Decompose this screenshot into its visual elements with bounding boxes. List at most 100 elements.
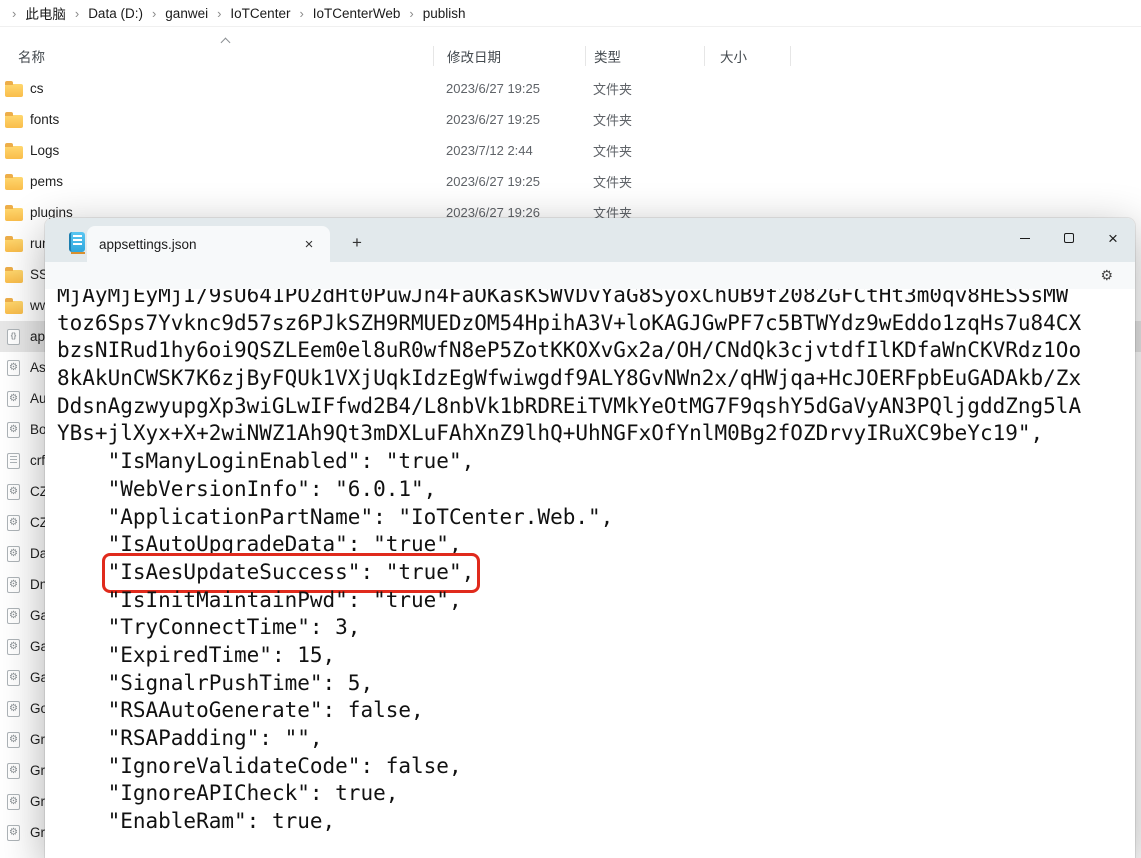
minimize-icon [1020, 238, 1030, 239]
column-header-date-modified[interactable]: 修改日期 [434, 44, 585, 68]
file-icon [7, 670, 20, 686]
file-row[interactable]: Logs 2023/7/12 2:44 文件夹 [0, 135, 1141, 166]
code-line: "ApplicationPartName": "IoTCenter.Web.", [57, 504, 1135, 532]
settings-gear-icon[interactable]: ⚙ [1100, 262, 1113, 289]
column-header-name[interactable]: 名称 [0, 44, 433, 68]
file-icon [7, 515, 20, 531]
file-icon [7, 732, 20, 748]
file-icon [7, 422, 20, 438]
notepad-app-icon [69, 232, 85, 252]
code-line: "IgnoreValidateCode": false, [57, 753, 1135, 781]
code-line-text: "RSAAutoGenerate": false, [108, 697, 424, 725]
file-icon [7, 546, 20, 562]
code-line-text: DdsnAgzwyupgXp3wiGLwIFfwd2B4/L8nbVk1bRDR… [57, 393, 1081, 421]
file-icon [5, 270, 23, 283]
code-line-text: "TryConnectTime": 3, [108, 614, 361, 642]
code-line-text: "IsManyLoginEnabled": "true", [108, 448, 475, 476]
maximize-button[interactable] [1047, 218, 1091, 258]
file-icon [5, 177, 23, 190]
file-type: 文件夹 [585, 141, 703, 160]
code-line: DdsnAgzwyupgXp3wiGLwIFfwd2B4/L8nbVk1bRDR… [57, 393, 1135, 421]
file-row[interactable]: fonts 2023/6/27 19:25 文件夹 [0, 104, 1141, 135]
file-icon [7, 763, 20, 779]
code-line: "SignalrPushTime": 5, [57, 670, 1135, 698]
code-line-text: "IgnoreValidateCode": false, [108, 753, 462, 781]
file-date-modified: 2023/6/27 19:25 [433, 112, 585, 127]
file-icon [5, 239, 23, 252]
minimize-button[interactable] [1003, 218, 1047, 258]
breadcrumb: › 此电脑 › Data (D:) › ganwei › IoTCenter ›… [0, 0, 1141, 27]
code-line: "WebVersionInfo": "6.0.1", [57, 476, 1135, 504]
file-icon [7, 825, 20, 841]
code-line-text: bzsNIRud1hy6oi9QSZLEem0el8uR0wfN8eP5ZotK… [57, 337, 1081, 365]
menu-item[interactable] [110, 262, 138, 289]
file-date-modified: 2023/7/12 2:44 [433, 143, 585, 158]
code-line-text: "IgnoreAPICheck": true, [108, 780, 399, 808]
chevron-right-icon: › [409, 7, 413, 20]
tab-close-icon[interactable]: × [298, 233, 320, 255]
file-type: 文件夹 [585, 79, 703, 98]
tab-appsettings-json[interactable]: appsettings.json × [87, 226, 330, 262]
sort-ascending-icon [222, 37, 230, 45]
code-line-text: "IsAesUpdateSuccess": "true", [108, 559, 475, 587]
close-button[interactable]: × [1091, 218, 1135, 258]
code-line: bzsNIRud1hy6oi9QSZLEem0el8uR0wfN8eP5ZotK… [57, 337, 1135, 365]
file-name: Logs [30, 143, 433, 158]
close-icon: × [1108, 230, 1118, 247]
chevron-right-icon: › [75, 7, 79, 20]
code-line-text: "RSAPadding": "", [108, 725, 323, 753]
file-icon [7, 701, 20, 717]
column-divider[interactable] [790, 46, 791, 66]
file-icon [7, 639, 20, 655]
code-line: "EnableRam": true, [57, 808, 1135, 836]
code-line: "ExpiredTime": 15, [57, 642, 1135, 670]
chevron-right-icon: › [299, 7, 303, 20]
code-line-text: 8kAkUnCWSK7K6zjByFQUk1VXjUqkIdzEgWfwiwgd… [57, 365, 1081, 393]
file-row[interactable]: pems 2023/6/27 19:25 文件夹 [0, 166, 1141, 197]
notepad-menubar: ⚙ [45, 262, 1135, 289]
code-line-text: YBs+jlXyx+X+2wiNWZ1Ah9Qt3mDXLuFAhXnZ9lhQ… [57, 420, 1043, 448]
menu-item[interactable] [79, 262, 107, 289]
chevron-right-icon: › [12, 7, 16, 20]
breadcrumb-item[interactable]: 此电脑 [25, 3, 66, 23]
file-date-modified: 2023/6/27 19:25 [433, 81, 585, 96]
code-line-text: "SignalrPushTime": 5, [108, 670, 374, 698]
file-icon [5, 301, 23, 314]
code-line-text: "IsAutoUpgradeData": "true", [108, 531, 462, 559]
code-line: "IsInitMaintainPwd": "true", [57, 587, 1135, 615]
breadcrumb-item[interactable]: IoTCenter [230, 6, 290, 21]
notepad-text-area[interactable]: MjAyMjEyMjI/9sU641PO2dHt0PuwJn4FaOKasKSW… [45, 289, 1135, 858]
breadcrumb-item[interactable]: ganwei [165, 6, 208, 21]
file-date-modified: 2023/6/27 19:25 [433, 174, 585, 189]
breadcrumb-item[interactable]: publish [423, 6, 466, 21]
maximize-icon [1064, 233, 1074, 243]
file-name: pems [30, 174, 433, 189]
code-line-text: "WebVersionInfo": "6.0.1", [108, 476, 437, 504]
breadcrumb-item[interactable]: IoTCenterWeb [313, 6, 401, 21]
file-row[interactable]: cs 2023/6/27 19:25 文件夹 [0, 73, 1141, 104]
file-icon [5, 208, 23, 221]
notepad-titlebar[interactable]: appsettings.json × + × [45, 218, 1135, 262]
file-icon [7, 360, 20, 376]
file-icon [5, 146, 23, 159]
file-name: cs [30, 81, 433, 96]
file-icon [7, 329, 20, 345]
column-header-size[interactable]: 大小 [705, 44, 790, 68]
new-tab-button[interactable]: + [342, 228, 372, 258]
file-name: fonts [30, 112, 433, 127]
code-line: "IsManyLoginEnabled": "true", [57, 448, 1135, 476]
code-line: "IgnoreAPICheck": true, [57, 780, 1135, 808]
column-header-type[interactable]: 类型 [586, 44, 704, 68]
breadcrumb-item[interactable]: Data (D:) [88, 6, 143, 21]
column-headers: 名称 修改日期 类型 大小 [0, 44, 1141, 68]
file-icon [7, 608, 20, 624]
code-line: MjAyMjEyMjI/9sU641PO2dHt0PuwJn4FaOKasKSW… [57, 289, 1135, 310]
menu-item[interactable] [48, 262, 76, 289]
file-icon [7, 453, 20, 469]
code-line: "RSAPadding": "", [57, 725, 1135, 753]
code-line-text: "IsInitMaintainPwd": "true", [108, 587, 462, 615]
file-icon [5, 115, 23, 128]
code-line: "IsAutoUpgradeData": "true", [57, 531, 1135, 559]
chevron-right-icon: › [152, 7, 156, 20]
json-document: MjAyMjEyMjI/9sU641PO2dHt0PuwJn4FaOKasKSW… [57, 289, 1135, 836]
